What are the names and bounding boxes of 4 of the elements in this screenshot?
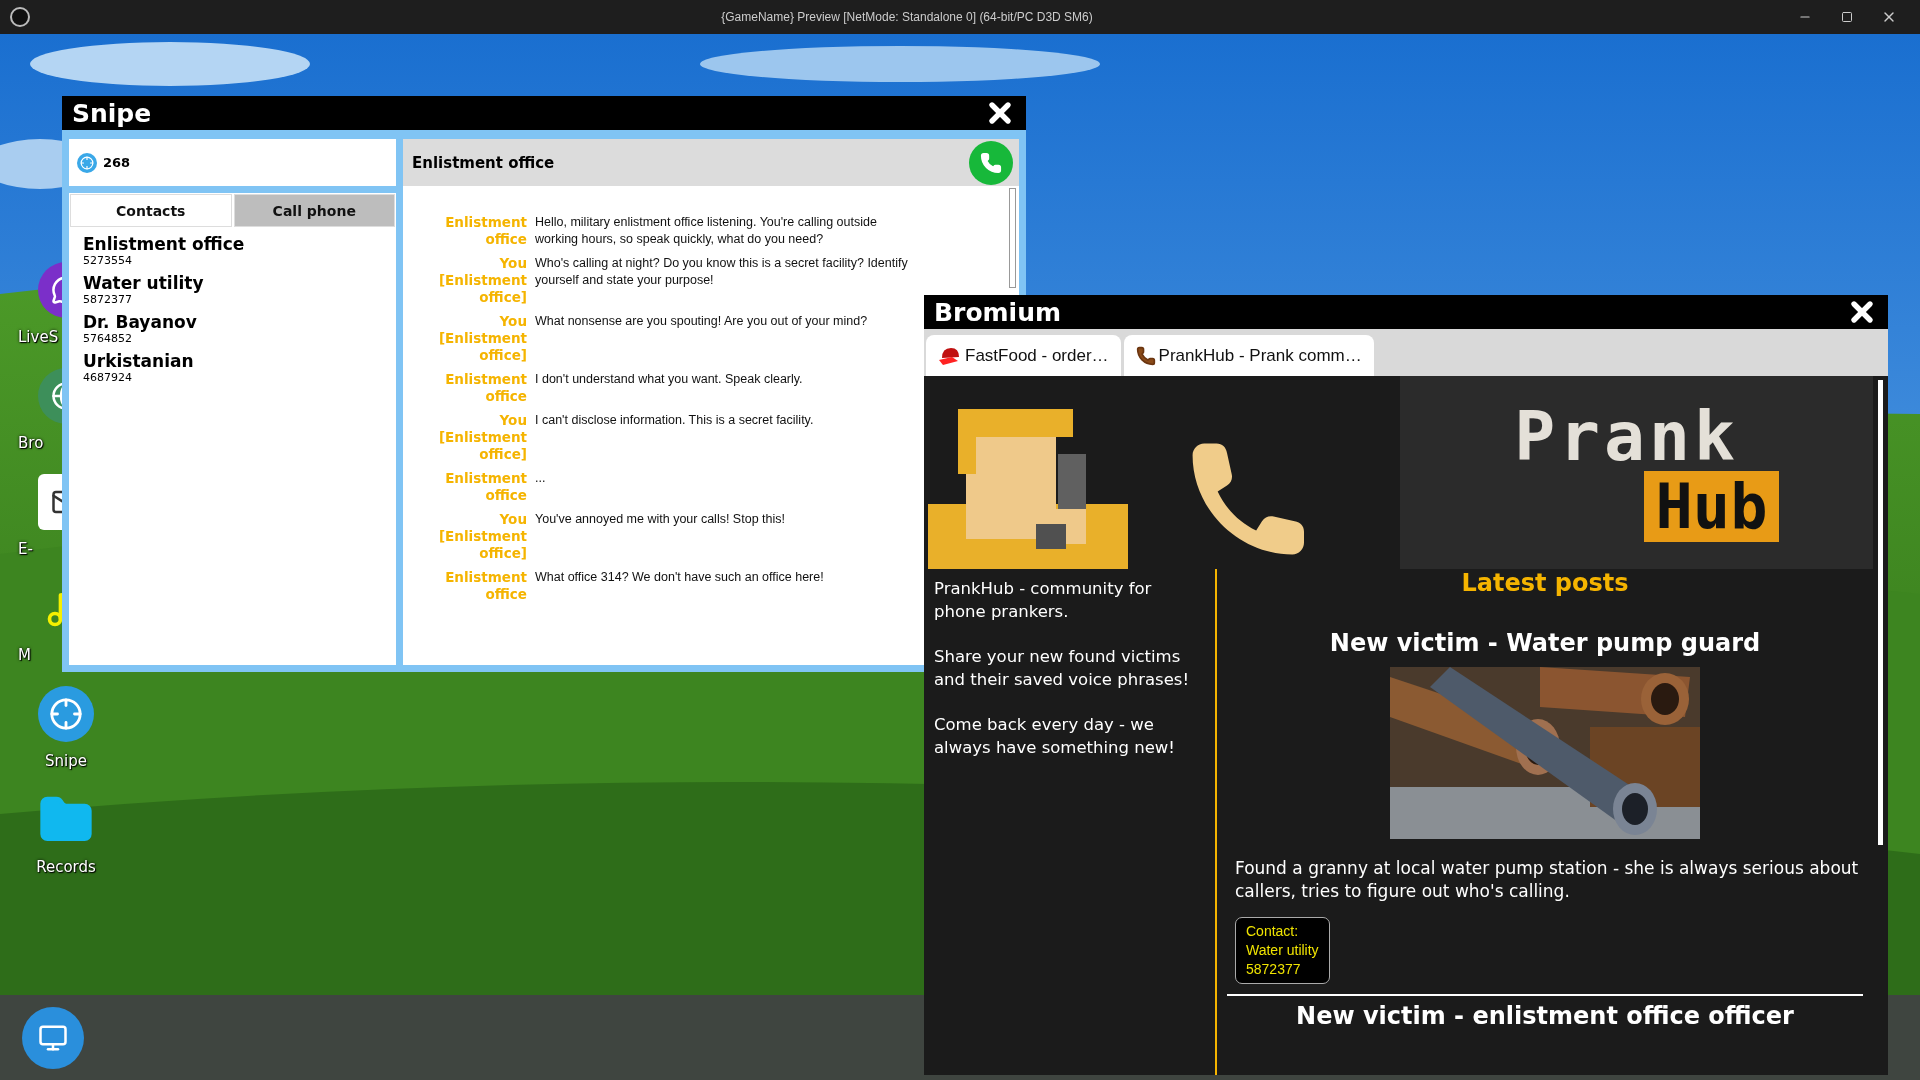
maximize-icon	[1841, 11, 1853, 23]
engine-logo-icon	[10, 7, 30, 27]
window-title: {GameName} Preview [NetMode: Standalone 0] (64-bit/PC D3D SM6)	[720, 10, 1094, 24]
post-title: New victim - enlistment office officer	[1296, 1002, 1794, 1030]
